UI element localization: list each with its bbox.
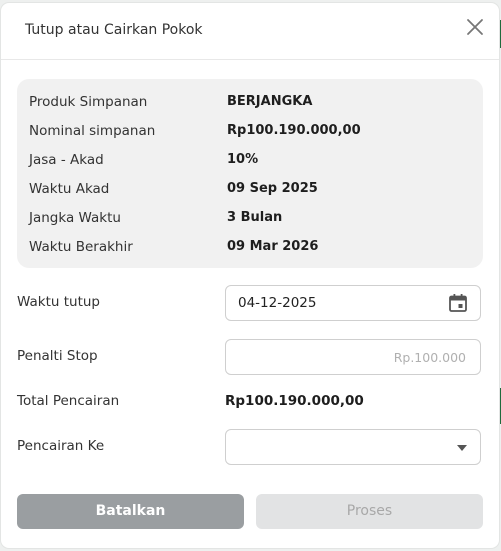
info-value: Rp100.190.000,00 <box>227 123 361 138</box>
info-row-rate: Jasa - Akad 10% <box>29 152 469 172</box>
penalty-input[interactable]: Rp.100.000 <box>225 339 481 375</box>
dialog-header: Tutup atau Cairkan Pokok <box>1 3 499 60</box>
info-row-contract-date: Waktu Akad 09 Sep 2025 <box>29 181 469 201</box>
total-disbursement-label: Total Pencairan <box>17 393 120 409</box>
info-row-end-date: Waktu Berakhir 09 Mar 2026 <box>29 239 469 259</box>
close-button[interactable] <box>465 17 485 37</box>
info-value: 10% <box>227 152 259 167</box>
info-row-term: Jangka Waktu 3 Bulan <box>29 210 469 230</box>
info-label: Waktu Berakhir <box>29 239 133 255</box>
info-value: 09 Mar 2026 <box>227 239 319 254</box>
info-value: 3 Bulan <box>227 210 283 225</box>
total-disbursement-value: Rp100.190.000,00 <box>225 393 364 409</box>
close-date-field[interactable]: 04-12-2025 <box>225 285 481 321</box>
calendar-icon[interactable] <box>448 293 468 313</box>
deposit-summary-panel: Produk Simpanan BERJANGKA Nominal simpan… <box>17 79 483 268</box>
info-value: 09 Sep 2025 <box>227 181 318 196</box>
penalty-placeholder: Rp.100.000 <box>393 350 466 365</box>
info-label: Jangka Waktu <box>29 210 121 226</box>
info-label: Nominal simpanan <box>29 123 156 139</box>
info-row-product: Produk Simpanan BERJANGKA <box>29 94 469 114</box>
close-icon <box>467 19 483 35</box>
disburse-to-select[interactable] <box>225 429 481 465</box>
disburse-to-label: Pencairan Ke <box>17 438 105 454</box>
info-label: Jasa - Akad <box>29 152 104 168</box>
close-date-label: Waktu tutup <box>17 294 100 310</box>
close-date-value: 04-12-2025 <box>238 295 317 311</box>
chevron-down-icon <box>457 445 467 451</box>
dialog-title: Tutup atau Cairkan Pokok <box>25 22 203 38</box>
close-deposit-dialog: Tutup atau Cairkan Pokok Produk Simpanan… <box>1 3 499 548</box>
penalty-label: Penalti Stop <box>17 348 98 364</box>
info-label: Waktu Akad <box>29 181 110 197</box>
info-label: Produk Simpanan <box>29 94 148 110</box>
info-value: BERJANGKA <box>227 94 313 109</box>
cancel-button[interactable]: Batalkan <box>17 494 244 529</box>
process-button[interactable]: Proses <box>256 494 483 529</box>
info-row-nominal: Nominal simpanan Rp100.190.000,00 <box>29 123 469 143</box>
